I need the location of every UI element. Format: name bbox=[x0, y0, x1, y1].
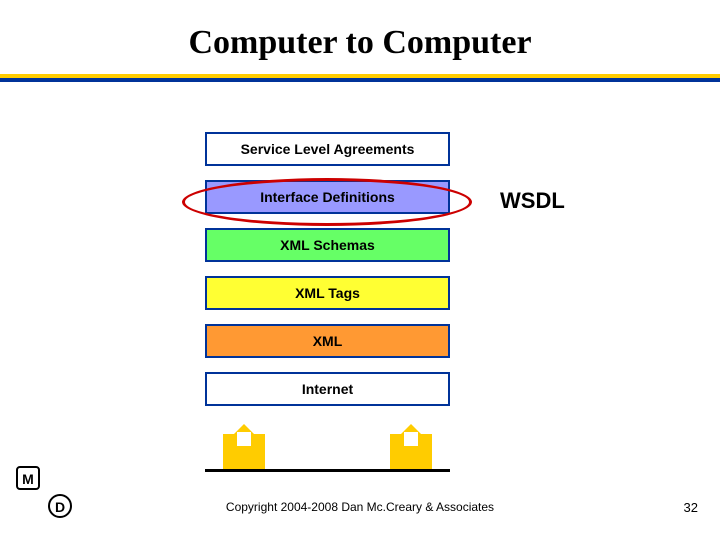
badge-m: M bbox=[16, 466, 40, 490]
computer-icon bbox=[390, 434, 432, 472]
layer-stack: Service Level Agreements Interface Defin… bbox=[205, 132, 450, 420]
slide-title: Computer to Computer bbox=[0, 0, 720, 74]
layer-tags: XML Tags bbox=[205, 276, 450, 310]
computers-illustration bbox=[205, 434, 450, 472]
layer-internet: Internet bbox=[205, 372, 450, 406]
highlight-ellipse bbox=[182, 178, 472, 226]
title-underline bbox=[0, 74, 720, 82]
ground-line bbox=[205, 469, 450, 472]
page-number: 32 bbox=[684, 500, 698, 515]
layer-sla: Service Level Agreements bbox=[205, 132, 450, 166]
copyright-text: Copyright 2004-2008 Dan Mc.Creary & Asso… bbox=[0, 500, 720, 514]
layer-schemas: XML Schemas bbox=[205, 228, 450, 262]
computer-icon bbox=[223, 434, 265, 472]
callout-wsdl: WSDL bbox=[500, 188, 565, 214]
layer-xml: XML bbox=[205, 324, 450, 358]
